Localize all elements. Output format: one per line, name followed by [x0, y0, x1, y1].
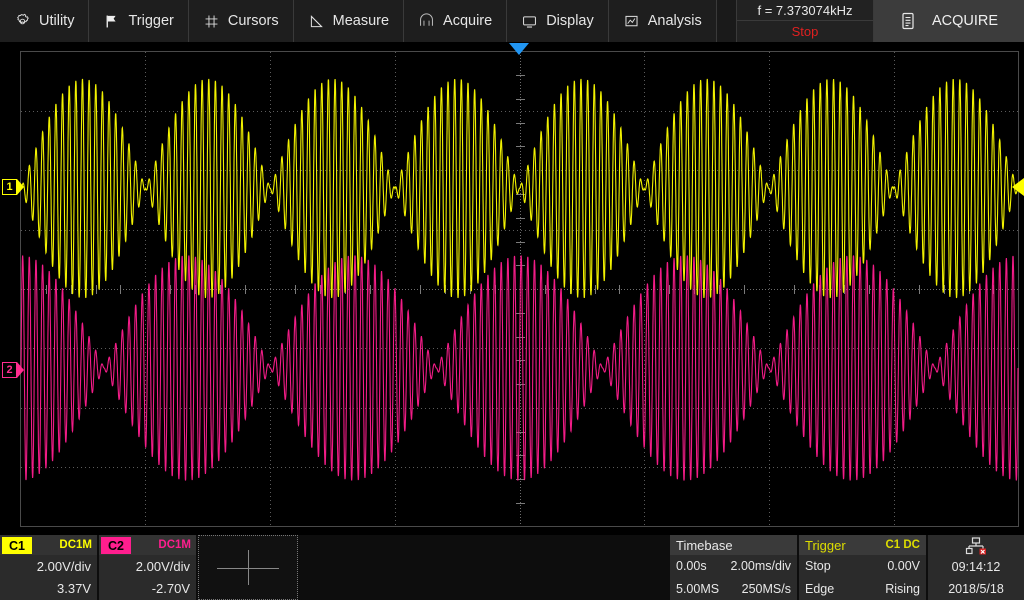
trigger-type: Edge — [805, 582, 834, 596]
trigger-state: Stop — [805, 559, 831, 573]
channel-2-vdiv: 2.00V/div — [99, 555, 196, 578]
channel-1-offset: 3.37V — [0, 578, 97, 600]
crosshair-grid-icon — [203, 13, 220, 30]
menu-item-label: Acquire — [443, 13, 492, 29]
bottom-status-bar: C1 DC1M 2.00V/div 3.37V C2 DC1M 2.00V/di… — [0, 535, 1024, 600]
trigger-source: C1 DC — [885, 539, 920, 551]
timebase-memory: 5.00MS — [676, 582, 719, 596]
menu-item-label: Cursors — [228, 13, 279, 29]
top-menu-bar: Utility Trigger Cursors Measure — [0, 0, 1024, 43]
analysis-icon — [623, 13, 640, 30]
channel-1-badge[interactable]: C1 — [2, 537, 32, 554]
network-status[interactable] — [928, 535, 1024, 556]
timebase-title: Timebase — [676, 538, 733, 553]
channel-1-vdiv: 2.00V/div — [0, 555, 97, 578]
ruler-triangle-icon — [308, 13, 325, 30]
channel-1-header: C1 DC1M — [0, 535, 97, 555]
flag-icon — [103, 13, 120, 30]
gear-icon — [14, 13, 31, 30]
timebase-sample-rate: 250MS/s — [742, 582, 791, 596]
trigger-position-marker[interactable] — [509, 43, 529, 55]
network-disconnected-icon — [965, 537, 987, 555]
menu-item-acquire[interactable]: Acquire — [404, 0, 507, 42]
menu-item-label: Utility — [39, 13, 74, 29]
channel-2-marker-label: 2 — [2, 362, 17, 378]
menu-item-label: Display — [546, 13, 594, 29]
waveform-trace-c1 — [21, 79, 1018, 298]
timebase-row-2: 5.00MS 250MS/s — [670, 578, 797, 600]
bottom-bar-spacer — [300, 535, 670, 600]
trigger-slope: Rising — [885, 582, 920, 596]
timebase-header: Timebase — [670, 535, 797, 555]
trigger-row-2: Edge Rising — [799, 578, 926, 600]
timebase-row-1: 0.00s 2.00ms/div — [670, 555, 797, 578]
clock-panel: 09:14:12 2018/5/18 — [928, 535, 1024, 600]
run-state-label: Stop — [737, 21, 873, 42]
trigger-level: 0.00V — [887, 559, 920, 573]
timebase-panel[interactable]: Timebase 0.00s 2.00ms/div 5.00MS 250MS/s — [670, 535, 797, 600]
frequency-counter-panel[interactable]: f = 7.373074kHz Stop — [737, 0, 874, 42]
trigger-header: Trigger C1 DC — [799, 535, 926, 555]
document-list-icon — [900, 11, 916, 31]
menu-item-label: Analysis — [648, 13, 702, 29]
menu-item-trigger[interactable]: Trigger — [89, 0, 188, 42]
menu-item-measure[interactable]: Measure — [294, 0, 404, 42]
menu-item-cursors[interactable]: Cursors — [189, 0, 294, 42]
trigger-title: Trigger — [805, 538, 846, 553]
menu-item-utility[interactable]: Utility — [0, 0, 89, 42]
channel-1-coupling: DC1M — [59, 539, 97, 551]
timebase-delay: 0.00s — [676, 559, 707, 573]
menu-item-label: Trigger — [128, 13, 173, 29]
arch-icon — [418, 13, 435, 30]
channel-panel-c1[interactable]: C1 DC1M 2.00V/div 3.37V — [0, 535, 97, 600]
acquire-button-label: ACQUIRE — [932, 13, 998, 29]
trigger-level-marker[interactable] — [1012, 178, 1024, 196]
menu-item-display[interactable]: Display — [507, 0, 609, 42]
menu-item-analysis[interactable]: Analysis — [609, 0, 717, 42]
oscilloscope-screen: Utility Trigger Cursors Measure — [0, 0, 1024, 600]
system-time: 09:14:12 — [928, 556, 1024, 578]
channel-panel-c2[interactable]: C2 DC1M 2.00V/div -2.70V — [99, 535, 196, 600]
thumbnail-crosshair-vertical — [248, 550, 249, 585]
channel-2-offset: -2.70V — [99, 578, 196, 600]
waveform-thumbnail-panel[interactable] — [198, 535, 298, 600]
channel-2-coupling: DC1M — [158, 539, 196, 551]
channel-1-marker-label: 1 — [2, 179, 17, 195]
monitor-icon — [521, 13, 538, 30]
waveform-traces — [0, 43, 1024, 535]
menu-item-label: Measure — [333, 13, 389, 29]
trigger-panel[interactable]: Trigger C1 DC Stop 0.00V Edge Rising — [799, 535, 926, 600]
channel-2-marker-arrow — [17, 362, 24, 378]
waveform-trace-c2 — [21, 256, 1018, 481]
system-date: 2018/5/18 — [928, 578, 1024, 600]
waveform-display-area[interactable]: 1 2 — [0, 43, 1024, 535]
channel-2-badge[interactable]: C2 — [101, 537, 131, 554]
menu-spacer — [717, 0, 737, 42]
channel-1-marker-arrow — [17, 179, 24, 195]
trigger-row-1: Stop 0.00V — [799, 555, 926, 578]
timebase-scale: 2.00ms/div — [731, 559, 791, 573]
acquire-button[interactable]: ACQUIRE — [874, 0, 1024, 42]
channel-2-header: C2 DC1M — [99, 535, 196, 555]
frequency-value: f = 7.373074kHz — [737, 0, 873, 21]
